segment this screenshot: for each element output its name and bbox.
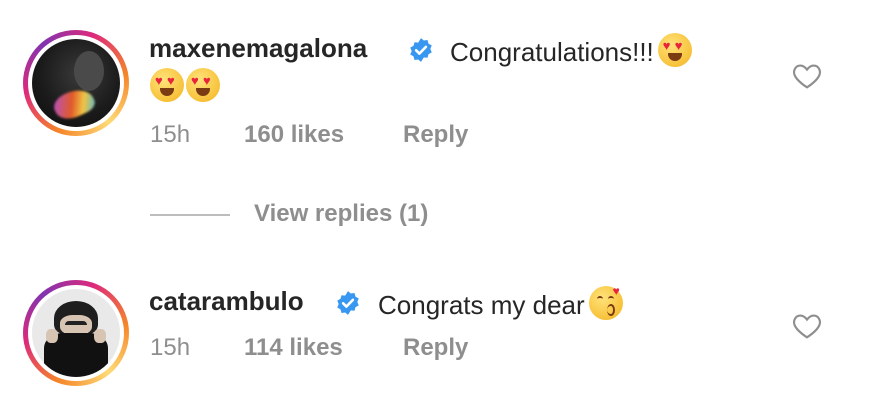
avatar-figure xyxy=(74,51,104,91)
reply-button[interactable]: Reply xyxy=(403,334,468,362)
avatar-hand xyxy=(94,329,106,343)
comment-timestamp[interactable]: 15h xyxy=(150,121,190,149)
verified-badge-icon xyxy=(337,291,359,315)
heart-eyes-emoji xyxy=(150,68,184,102)
heart-outline-icon[interactable] xyxy=(790,60,824,92)
comment-text: Congrats my dear ♥ xyxy=(378,284,623,321)
view-replies-divider xyxy=(150,214,230,216)
comment-username[interactable]: maxenemagalona xyxy=(149,33,367,64)
heart-eyes-emoji xyxy=(186,68,220,102)
heart-eyes-emoji xyxy=(657,33,692,67)
avatar-gap xyxy=(28,285,124,381)
avatar-story-ring[interactable] xyxy=(23,280,129,386)
view-replies-button[interactable]: View replies (1) xyxy=(150,200,550,232)
avatar-gap xyxy=(28,35,124,131)
comment-username[interactable]: catarambulo xyxy=(149,286,304,317)
comment-text-content: Congratulations!!! xyxy=(450,37,654,67)
avatar[interactable] xyxy=(32,289,120,377)
heart-outline-icon[interactable] xyxy=(790,310,824,342)
avatar-story-ring[interactable] xyxy=(23,30,129,136)
comment-likes-count[interactable]: 114 likes xyxy=(244,334,343,362)
kissing-face-emoji: ♥ xyxy=(588,284,623,320)
avatar-eyes xyxy=(65,321,87,330)
comment-item: catarambulo Congrats my dear ♥ 15h 114 li… xyxy=(0,270,876,402)
avatar-hand xyxy=(46,329,58,343)
comment-text: Congratulations!!! xyxy=(450,33,692,68)
view-replies-label: View replies (1) xyxy=(254,200,429,227)
verified-badge-icon xyxy=(410,38,432,62)
comment-timestamp[interactable]: 15h xyxy=(150,334,190,362)
comment-text-line2 xyxy=(150,68,220,103)
avatar[interactable] xyxy=(32,39,120,127)
comment-item: maxenemagalona Congratulations!!! 15h 16… xyxy=(0,0,876,200)
comment-text-content: Congrats my dear xyxy=(378,290,585,320)
comment-likes-count[interactable]: 160 likes xyxy=(244,121,344,149)
reply-button[interactable]: Reply xyxy=(403,121,468,149)
